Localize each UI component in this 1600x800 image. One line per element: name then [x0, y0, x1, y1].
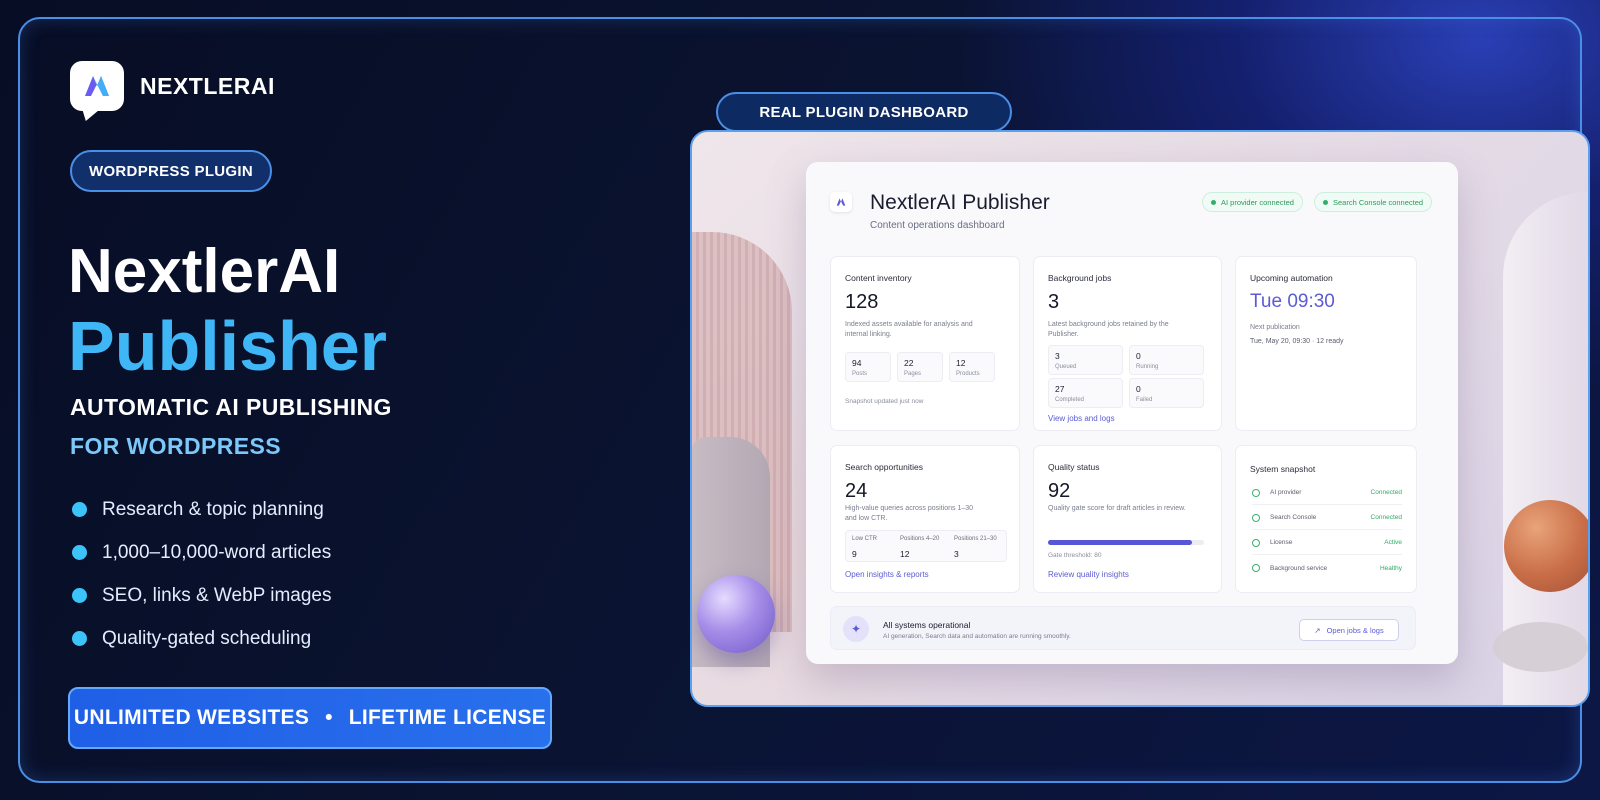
quality-progress-bar	[1048, 540, 1204, 545]
feature-item: Quality-gated scheduling	[72, 617, 332, 660]
cta-left: UNLIMITED WEBSITES	[73, 706, 310, 729]
search-console-chip: Search Console connected	[1314, 192, 1433, 212]
search-opportunities-card: Search opportunities 24 High-value queri…	[830, 445, 1020, 593]
col-value: 3	[954, 549, 959, 559]
dashboard-logo-icon	[830, 192, 852, 212]
check-icon	[1252, 564, 1260, 572]
card-description: High-value queries across positions 1–30…	[845, 505, 974, 522]
dashboard-panel: NextlerAI Publisher Content operations d…	[806, 162, 1458, 664]
stat-posts: 94 Posts	[845, 352, 891, 382]
cta-right: LIFETIME LICENSE	[348, 706, 547, 729]
feature-item: SEO, links & WebP images	[72, 574, 332, 617]
review-quality-link[interactable]: Review quality insights	[1048, 570, 1129, 579]
card-value: 3	[1048, 291, 1060, 313]
background-jobs-card: Background jobs 3 Latest background jobs…	[1033, 256, 1222, 431]
system-row: Search Console Connected	[1252, 506, 1402, 530]
dashboard-title: NextlerAI Publisher	[870, 191, 1050, 214]
card-description: Latest background jobs retained by the P…	[1048, 321, 1169, 338]
upcoming-automation-card: Upcoming automation Tue 09:30 Next publi…	[1235, 256, 1417, 431]
card-title: Quality status	[1048, 462, 1100, 472]
col-header: Low CTR	[852, 536, 878, 542]
trending-up-icon: ↗	[1314, 625, 1321, 635]
view-jobs-link[interactable]: View jobs and logs	[1048, 414, 1115, 423]
ai-provider-chip: AI provider connected	[1202, 192, 1303, 212]
cta-separator: •	[325, 706, 333, 729]
card-value: 92	[1048, 480, 1071, 502]
bullet-icon	[72, 588, 87, 603]
feature-item: 1,000–10,000-word articles	[72, 531, 332, 574]
headline-line2: Publisher	[68, 307, 387, 385]
dashboard-screenshot: NextlerAI Publisher Content operations d…	[690, 130, 1590, 707]
brand-logo: NEXTLERAI	[70, 61, 275, 111]
col-value: 12	[900, 549, 910, 559]
card-value: 24	[845, 480, 868, 502]
feature-list: Research & topic planning 1,000–10,000-w…	[72, 488, 332, 660]
card-description: Quality gate score for draft articles in…	[1048, 505, 1186, 512]
wordpress-plugin-badge: WORDPRESS PLUGIN	[70, 150, 272, 192]
gate-threshold: Gate threshold: 80	[1048, 552, 1102, 559]
license-cta-button[interactable]: UNLIMITED WEBSITES • LIFETIME LICENSE	[68, 687, 552, 749]
system-row: Background service Healthy	[1252, 556, 1402, 580]
system-row: AI provider Connected	[1252, 481, 1402, 505]
quality-progress-fill	[1048, 540, 1192, 545]
footer-text: AI generation, Search data and automatio…	[883, 633, 1071, 640]
brand-name: NEXTLERAI	[140, 72, 275, 99]
status-dot-icon	[1323, 199, 1328, 205]
status-footer: ✦ All systems operational AI generation,…	[830, 606, 1416, 650]
system-row: License Active	[1252, 531, 1402, 555]
col-header: Positions 21–30	[954, 536, 997, 542]
check-icon	[1252, 513, 1260, 522]
stat-pages: 22 Pages	[897, 352, 943, 382]
positions-table: Low CTR Positions 4–20 Positions 21–30 9…	[845, 530, 1007, 562]
dashboard-subtitle: Content operations dashboard	[870, 220, 1005, 231]
card-value: 128	[845, 291, 879, 313]
card-title: Background jobs	[1048, 273, 1112, 283]
snapshot-note: Snapshot updated just now	[845, 398, 924, 405]
card-title: Upcoming automation	[1250, 273, 1333, 283]
check-icon	[1252, 538, 1260, 547]
stat-queued: 3 Queued	[1048, 345, 1123, 375]
decor-orange-sphere	[1504, 500, 1588, 592]
subhead-line1: AUTOMATIC AI PUBLISHING	[70, 394, 392, 420]
stat-products: 12 Products	[949, 352, 995, 382]
decor-plinth	[1493, 622, 1588, 672]
bullet-icon	[72, 502, 87, 517]
subhead-line2: FOR WORDPRESS	[70, 433, 281, 459]
next-publication-detail: Tue, May 20, 09:30 · 12 ready	[1250, 338, 1344, 345]
next-publication-label: Next publication	[1250, 324, 1300, 331]
card-title: System snapshot	[1250, 464, 1316, 474]
bullet-icon	[72, 545, 87, 560]
footer-title: All systems operational	[883, 620, 971, 630]
system-snapshot-card: System snapshot AI provider Connected Sea…	[1235, 445, 1417, 593]
open-jobs-logs-button[interactable]: ↗ Open jobs & logs	[1299, 619, 1399, 641]
sparkle-icon: ✦	[843, 616, 869, 642]
status-dot-icon	[1211, 199, 1216, 205]
decor-glass-sphere	[697, 575, 775, 653]
open-insights-link[interactable]: Open insights & reports	[845, 570, 929, 579]
content-inventory-card: Content inventory 128 Indexed assets ava…	[830, 256, 1020, 431]
col-header: Positions 4–20	[900, 536, 940, 542]
dashboard-badge: REAL PLUGIN DASHBOARD	[716, 92, 1012, 132]
bullet-icon	[72, 631, 87, 646]
check-icon	[1252, 488, 1260, 497]
next-run-time: Tue 09:30	[1250, 291, 1335, 312]
col-value: 9	[852, 549, 857, 559]
card-description: Indexed assets available for analysis an…	[845, 321, 973, 338]
card-title: Content inventory	[845, 273, 912, 283]
headline-line1: NextlerAI	[68, 237, 341, 306]
stat-running: 0 Running	[1129, 345, 1204, 375]
card-title: Search opportunities	[845, 462, 923, 472]
feature-item: Research & topic planning	[72, 488, 332, 531]
logo-icon	[70, 61, 124, 111]
stat-failed: 0 Failed	[1129, 378, 1204, 408]
quality-status-card: Quality status 92 Quality gate score for…	[1033, 445, 1222, 593]
stat-completed: 27 Completed	[1048, 378, 1123, 408]
